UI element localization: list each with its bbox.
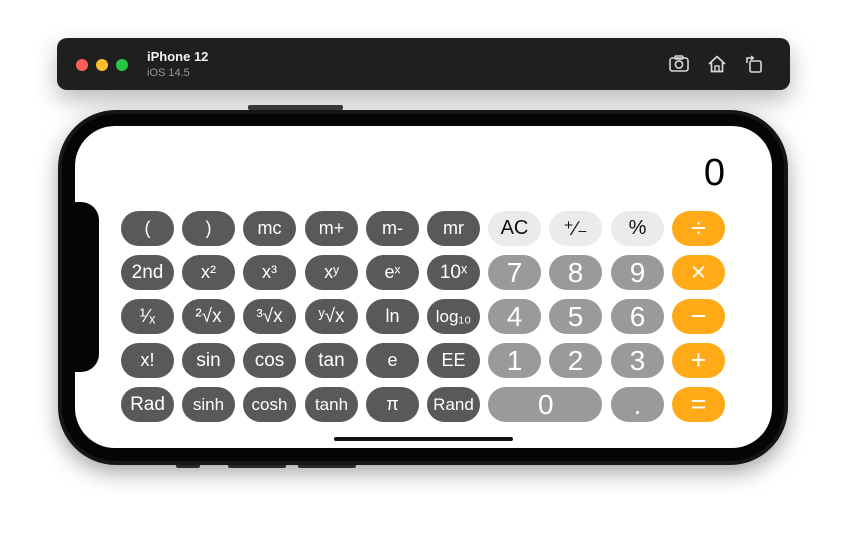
exp-button[interactable]: eˣ [366, 255, 419, 290]
multiply-button[interactable]: × [672, 255, 725, 290]
second-function-button[interactable]: 2nd [121, 255, 174, 290]
sin-button[interactable]: sin [182, 343, 235, 378]
divide-button[interactable]: ÷ [672, 211, 725, 246]
log10-button[interactable]: log₁₀ [427, 299, 480, 334]
power-button[interactable]: xʸ [305, 255, 358, 290]
cube-button[interactable]: x³ [243, 255, 296, 290]
zoom-window-button[interactable] [116, 59, 128, 71]
digit-6-button[interactable]: 6 [611, 299, 664, 334]
natural-log-button[interactable]: ln [366, 299, 419, 334]
memory-subtract-button[interactable]: m- [366, 211, 419, 246]
screenshot-icon[interactable] [668, 53, 690, 75]
home-indicator[interactable] [334, 437, 513, 441]
euler-button[interactable]: e [366, 343, 419, 378]
calculator-display: 0 [703, 152, 725, 194]
add-button[interactable]: + [672, 343, 725, 378]
rotate-icon[interactable] [743, 53, 765, 75]
memory-clear-button[interactable]: mc [243, 211, 296, 246]
digit-1-button[interactable]: 1 [488, 343, 541, 378]
close-window-button[interactable] [76, 59, 88, 71]
radians-button[interactable]: Rad [121, 387, 174, 422]
digit-8-button[interactable]: 8 [549, 255, 602, 290]
cosh-button[interactable]: cosh [243, 387, 296, 422]
square-root-button[interactable]: ²√x [182, 299, 235, 334]
equals-button[interactable]: = [672, 387, 725, 422]
digit-9-button[interactable]: 9 [611, 255, 664, 290]
simulator-title-bar: iPhone 12 iOS 14.5 [57, 38, 790, 90]
home-icon[interactable] [706, 53, 728, 75]
digit-0-button[interactable]: 0 [488, 387, 602, 422]
memory-recall-button[interactable]: mr [427, 211, 480, 246]
decimal-button[interactable]: . [611, 387, 664, 422]
random-button[interactable]: Rand [427, 387, 480, 422]
notch [73, 202, 99, 372]
digit-4-button[interactable]: 4 [488, 299, 541, 334]
minimize-window-button[interactable] [96, 59, 108, 71]
digit-2-button[interactable]: 2 [549, 343, 602, 378]
digit-5-button[interactable]: 5 [549, 299, 602, 334]
percent-button[interactable]: % [611, 211, 664, 246]
tan-button[interactable]: tan [305, 343, 358, 378]
close-paren-button[interactable]: ) [182, 211, 235, 246]
exponent-entry-button[interactable]: EE [427, 343, 480, 378]
digit-3-button[interactable]: 3 [611, 343, 664, 378]
tanh-button[interactable]: tanh [305, 387, 358, 422]
cos-button[interactable]: cos [243, 343, 296, 378]
all-clear-button[interactable]: AC [488, 211, 541, 246]
device-name: iPhone 12 [147, 49, 209, 64]
pi-button[interactable]: π [366, 387, 419, 422]
subtract-button[interactable]: − [672, 299, 725, 334]
plus-minus-button[interactable]: ⁺∕₋ [549, 211, 602, 246]
reciprocal-button[interactable]: ¹∕ₓ [121, 299, 174, 334]
sinh-button[interactable]: sinh [182, 387, 235, 422]
square-button[interactable]: x² [182, 255, 235, 290]
memory-add-button[interactable]: m+ [305, 211, 358, 246]
digit-7-button[interactable]: 7 [488, 255, 541, 290]
factorial-button[interactable]: x! [121, 343, 174, 378]
open-paren-button[interactable]: ( [121, 211, 174, 246]
device-os-version: iOS 14.5 [147, 67, 190, 79]
cube-root-button[interactable]: ³√x [243, 299, 296, 334]
ten-power-button[interactable]: 10ˣ [427, 255, 480, 290]
nth-root-button[interactable]: ʸ√x [305, 299, 358, 334]
calculator-screen [75, 126, 772, 448]
